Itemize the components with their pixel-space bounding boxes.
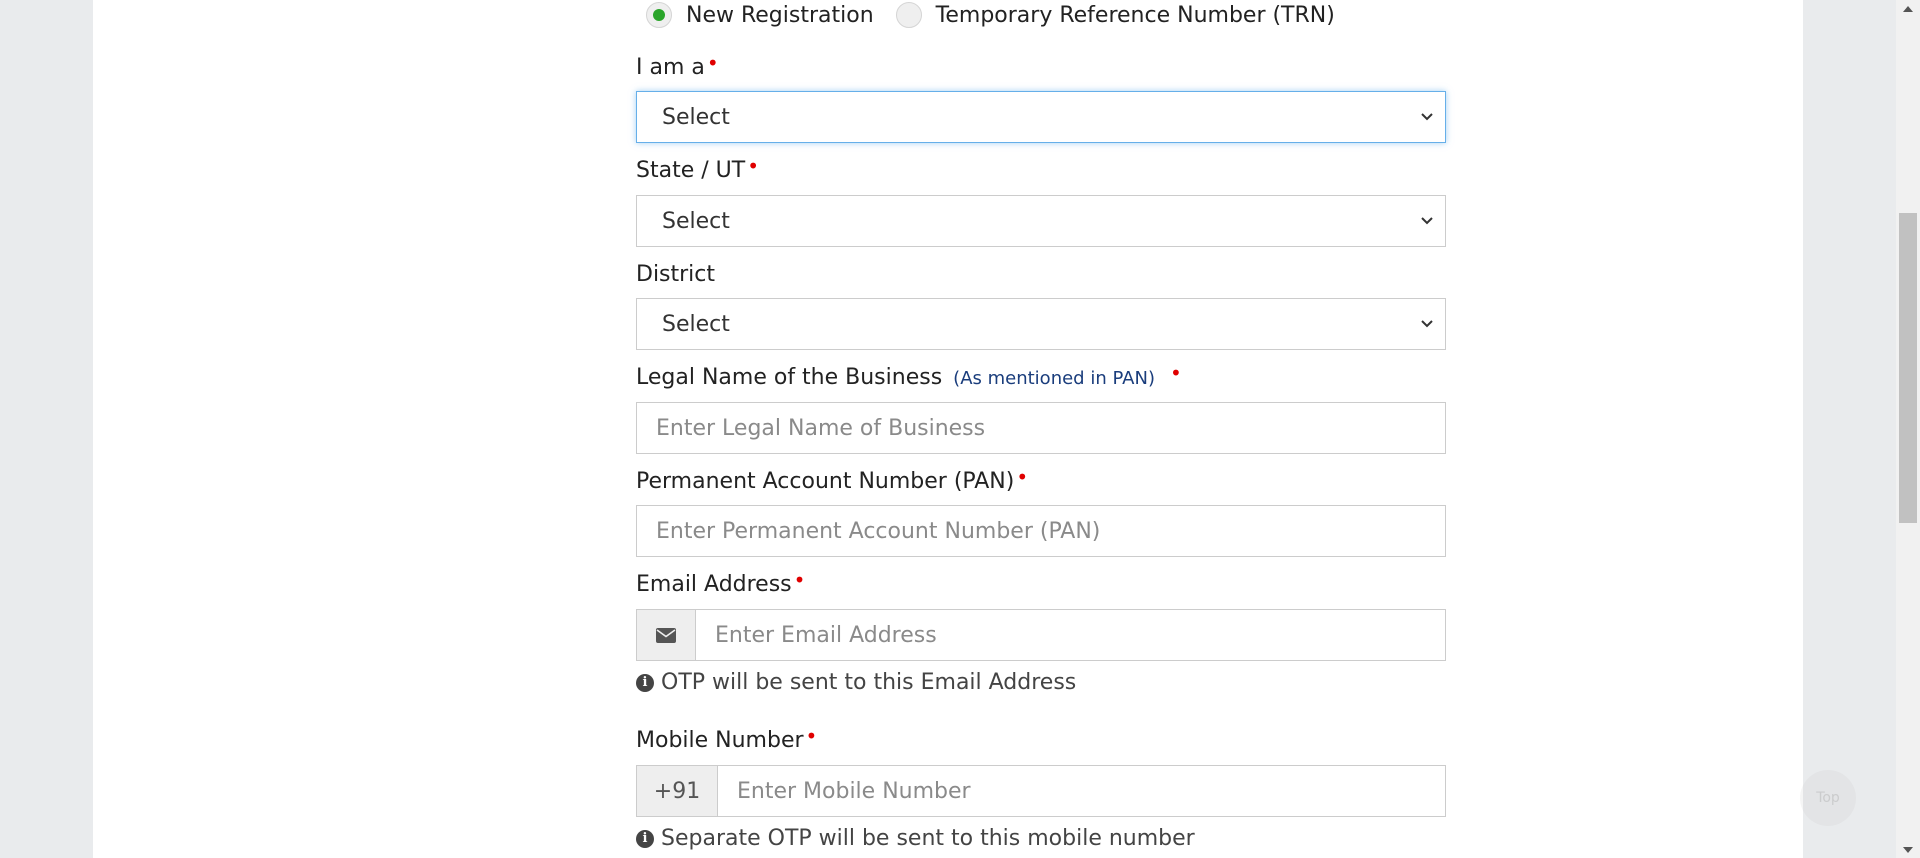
vertical-scrollbar[interactable] xyxy=(1896,0,1920,858)
district-label-text: District xyxy=(636,262,716,287)
district-select[interactable]: Select xyxy=(636,298,1446,350)
legal-name-placeholder: Enter Legal Name of Business xyxy=(656,415,986,441)
legal-name-label-text: Legal Name of the Business xyxy=(636,365,943,390)
legal-name-label: Legal Name of the Business (As mentioned… xyxy=(636,361,1182,390)
required-marker: • xyxy=(793,568,806,592)
required-marker: • xyxy=(747,154,759,178)
pan-input[interactable]: Enter Permanent Account Number (PAN) xyxy=(636,505,1446,557)
legal-name-input[interactable]: Enter Legal Name of Business xyxy=(636,402,1446,454)
envelope-icon xyxy=(637,610,696,660)
radio-trn[interactable] xyxy=(895,2,922,28)
i-am-a-label: I am a • xyxy=(636,51,719,80)
state-ut-select[interactable]: Select xyxy=(636,195,1446,247)
state-ut-selected-value: Select xyxy=(662,208,730,234)
page-container: New Registration Temporary Reference Num… xyxy=(93,0,1803,858)
state-ut-label-text: State / UT xyxy=(636,158,746,183)
pan-label: Permanent Account Number (PAN) • xyxy=(636,465,1028,494)
required-marker: • xyxy=(1016,465,1029,489)
info-icon: i xyxy=(636,829,654,848)
i-am-a-select[interactable]: Select xyxy=(636,91,1446,143)
radio-new-registration[interactable] xyxy=(646,2,672,28)
radio-new-registration-label[interactable]: New Registration xyxy=(686,3,874,28)
registration-type-radios: New Registration Temporary Reference Num… xyxy=(646,0,1357,30)
mobile-help-text: i Separate OTP will be sent to this mobi… xyxy=(636,826,1195,851)
chevron-down-icon xyxy=(1409,319,1445,329)
required-marker: • xyxy=(805,724,818,748)
i-am-a-selected-value: Select xyxy=(662,104,730,130)
country-code: +91 xyxy=(653,778,701,804)
required-marker: • xyxy=(1169,361,1182,385)
mobile-placeholder: Enter Mobile Number xyxy=(737,778,971,804)
back-to-top-button[interactable]: Top xyxy=(1800,770,1856,826)
scrollbar-thumb[interactable] xyxy=(1899,213,1917,523)
country-code-addon: +91 xyxy=(637,766,718,816)
email-help-text: i OTP will be sent to this Email Address xyxy=(636,670,1076,695)
email-label-text: Email Address xyxy=(636,572,792,597)
pan-label-text: Permanent Account Number (PAN) xyxy=(636,469,1015,494)
mobile-input-group[interactable]: +91 Enter Mobile Number xyxy=(636,765,1446,817)
email-input-group[interactable]: Enter Email Address xyxy=(636,609,1446,661)
scroll-down-arrow-icon[interactable] xyxy=(1896,842,1920,858)
legal-name-hint: (As mentioned in PAN) xyxy=(953,368,1155,389)
radio-trn-label[interactable]: Temporary Reference Number (TRN) xyxy=(936,3,1335,28)
email-label: Email Address • xyxy=(636,568,805,597)
chevron-down-icon xyxy=(1409,216,1445,226)
info-icon: i xyxy=(636,673,654,692)
back-to-top-label: Top xyxy=(1816,790,1840,806)
chevron-down-icon xyxy=(1409,112,1445,122)
district-label: District xyxy=(636,262,715,287)
district-selected-value: Select xyxy=(662,311,730,337)
i-am-a-label-text: I am a xyxy=(636,55,705,80)
pan-placeholder: Enter Permanent Account Number (PAN) xyxy=(656,518,1101,544)
mobile-label: Mobile Number • xyxy=(636,724,817,753)
mobile-label-text: Mobile Number xyxy=(636,728,804,753)
scroll-up-arrow-icon[interactable] xyxy=(1896,0,1920,16)
state-ut-label: State / UT • xyxy=(636,154,759,183)
email-placeholder: Enter Email Address xyxy=(715,622,937,648)
email-help-label: OTP will be sent to this Email Address xyxy=(661,670,1077,695)
mobile-help-label: Separate OTP will be sent to this mobile… xyxy=(661,826,1195,851)
required-marker: • xyxy=(706,51,719,75)
